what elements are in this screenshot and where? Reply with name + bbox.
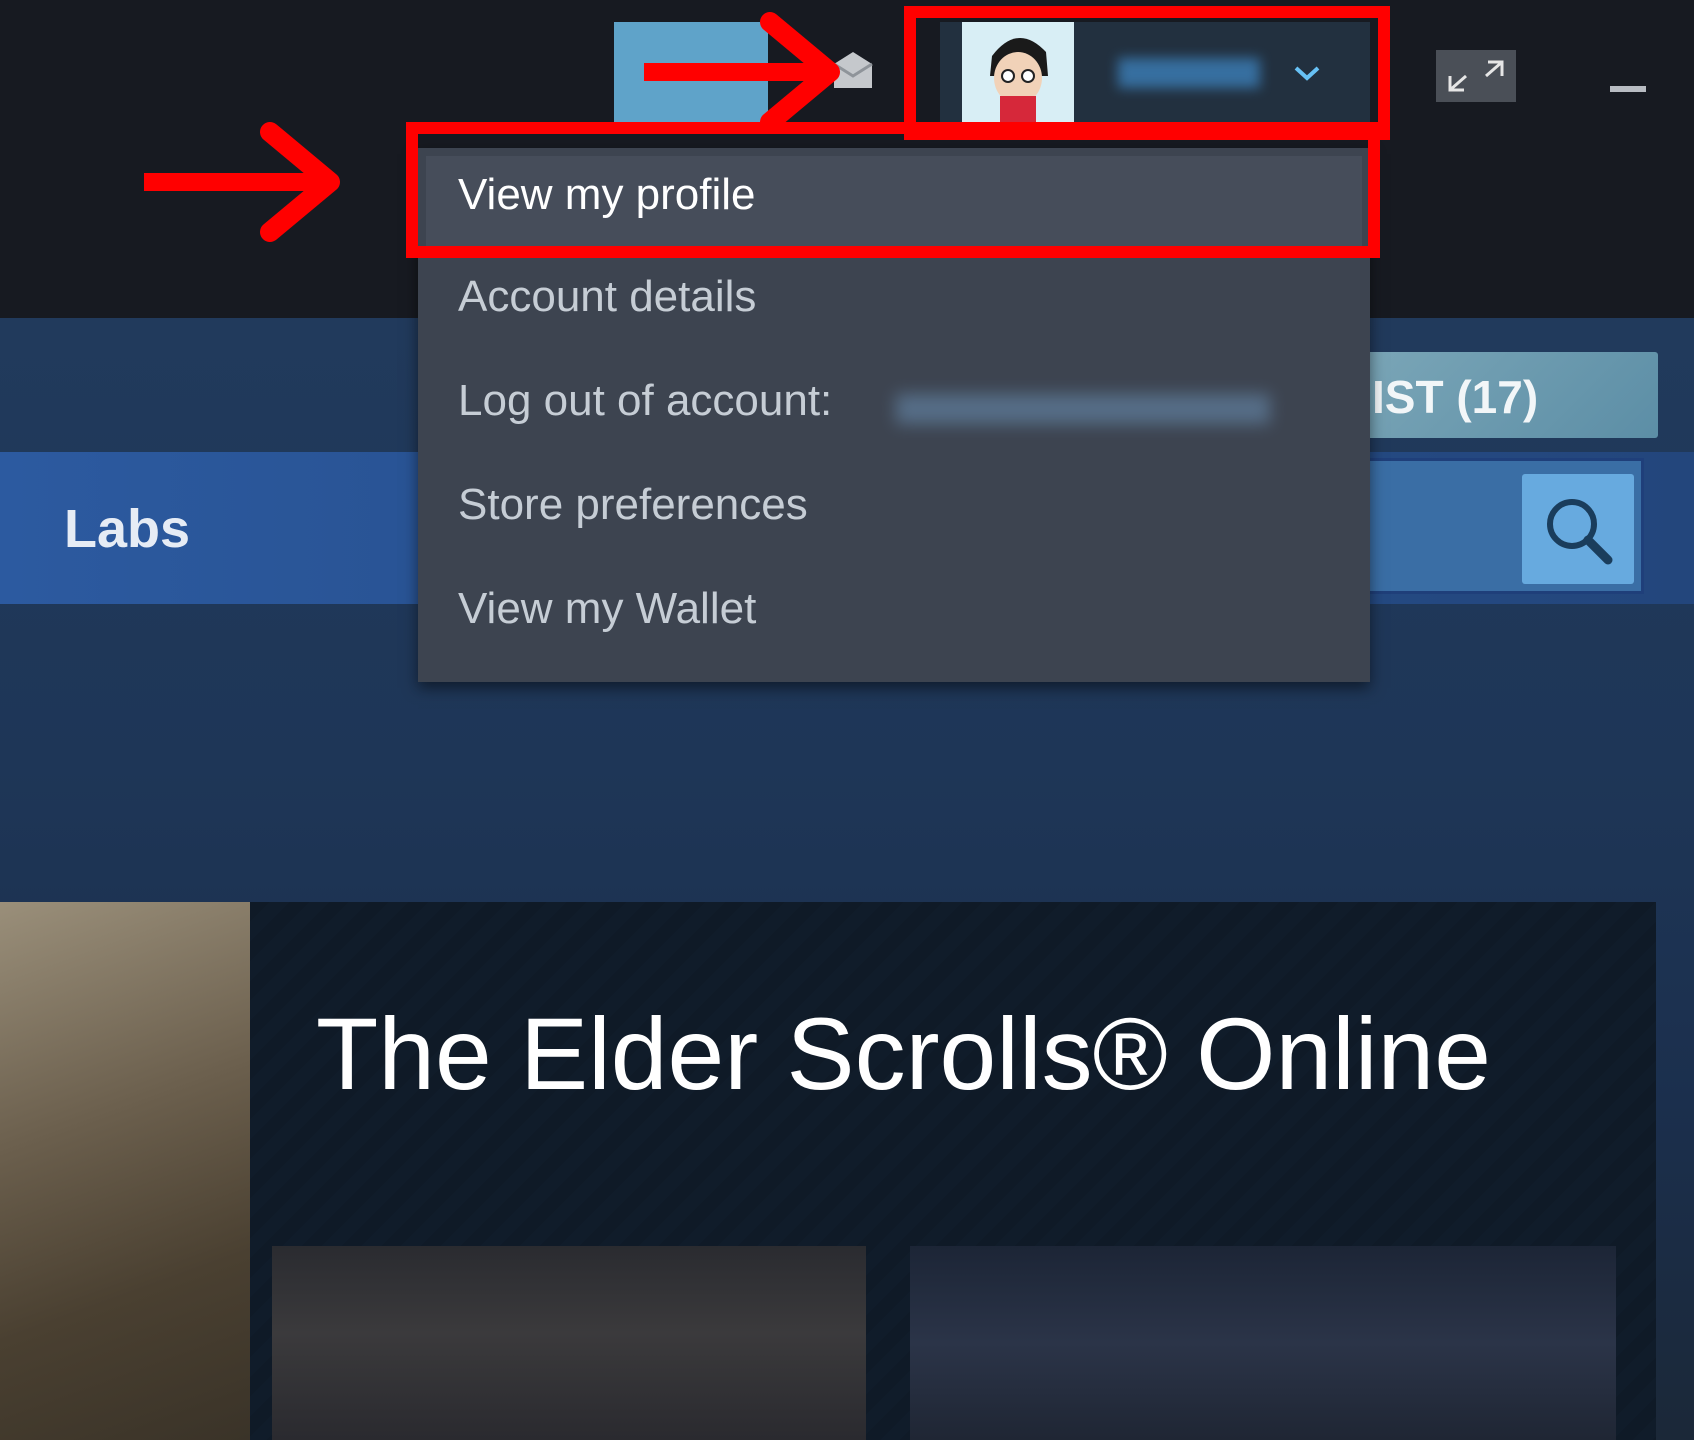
highlight-box-account [904, 6, 1390, 140]
arrow-to-view-profile-icon [144, 122, 340, 242]
screenshot-thumbnail[interactable] [272, 1246, 866, 1440]
arrow-to-account-icon [644, 12, 840, 132]
menu-item-log-out[interactable]: Log out of account: [458, 376, 832, 426]
account-name-redacted [896, 394, 1270, 424]
menu-item-account-details[interactable]: Account details [458, 272, 756, 322]
search-icon [1547, 499, 1613, 565]
search-button[interactable] [1522, 474, 1634, 584]
featured-side-image[interactable] [0, 902, 250, 1440]
menu-item-store-preferences[interactable]: Store preferences [458, 480, 808, 530]
nav-item-labs[interactable]: Labs [64, 498, 190, 560]
fullscreen-icon[interactable] [1436, 50, 1516, 102]
wishlist-label[interactable]: IST (17) [1372, 370, 1538, 424]
highlight-box-view-profile [406, 122, 1380, 258]
menu-item-view-wallet[interactable]: View my Wallet [458, 584, 756, 634]
minimize-icon[interactable] [1610, 86, 1646, 92]
screenshot-thumbnail[interactable] [910, 1246, 1616, 1440]
featured-game-title[interactable]: The Elder Scrolls® Online [316, 996, 1491, 1113]
